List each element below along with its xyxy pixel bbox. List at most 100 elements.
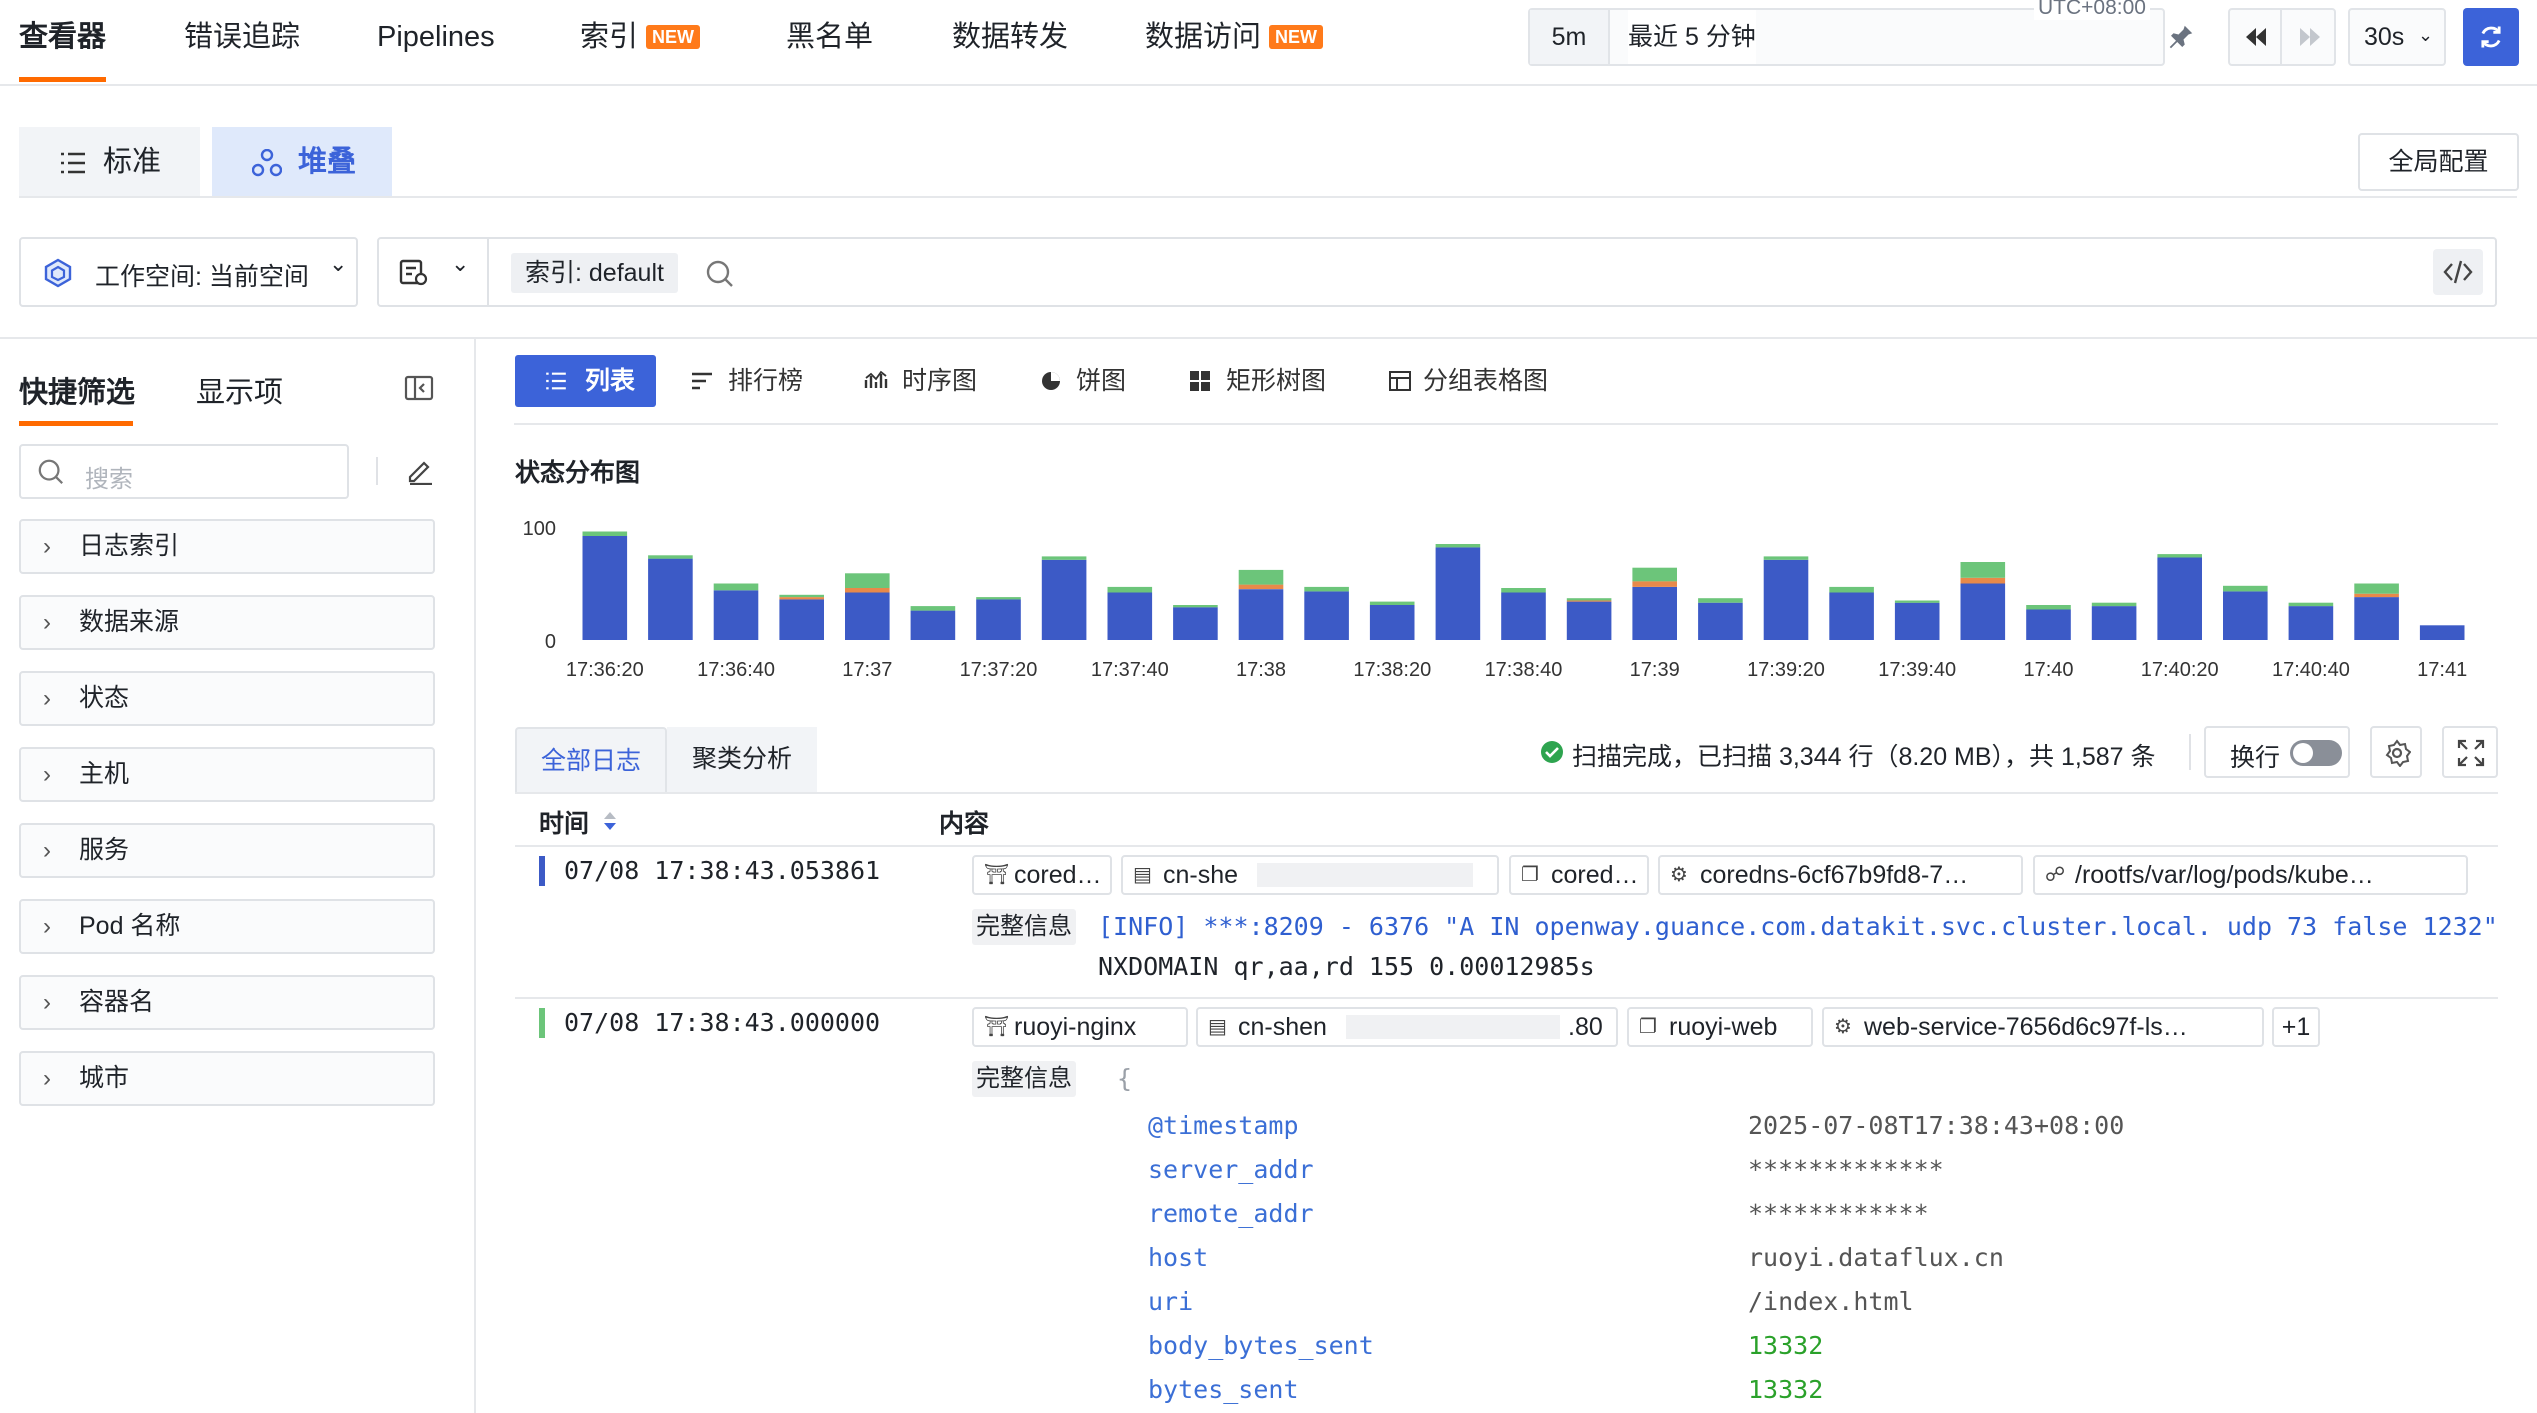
field-value[interactable]: ************ — [1748, 1199, 1929, 1228]
facet-status[interactable]: › 状态 — [19, 671, 435, 726]
facet-service[interactable]: › 服务 — [19, 823, 435, 878]
field-key[interactable]: @timestamp — [1148, 1111, 1299, 1140]
bar-segment-1[interactable] — [2354, 593, 2399, 598]
tab-index[interactable]: 索引 NEW — [580, 18, 701, 66]
bar-segment-2[interactable] — [1173, 605, 1218, 608]
facet-data-source[interactable]: › 数据来源 — [19, 595, 435, 650]
field-value[interactable]: /index.html — [1748, 1287, 1914, 1316]
tab-all-logs[interactable]: 全部日志 — [515, 727, 667, 793]
bar-segment-0[interactable] — [1173, 607, 1218, 640]
settings-button[interactable] — [2370, 726, 2422, 778]
bar-segment-1[interactable] — [845, 588, 890, 593]
bar-segment-2[interactable] — [1894, 600, 1940, 603]
query-bar[interactable]: ⌄ 索引: default — [377, 237, 2497, 307]
field-key[interactable]: bytes_sent — [1148, 1375, 1299, 1404]
tab-viewer[interactable]: 查看器 — [19, 18, 107, 82]
bar-segment-1[interactable] — [779, 597, 824, 600]
fullscreen-button[interactable] — [2442, 726, 2498, 778]
field-value[interactable]: 13332 — [1748, 1331, 1823, 1360]
bar-segment-0[interactable] — [1501, 592, 1546, 641]
bar-segment-1[interactable] — [1960, 577, 2006, 584]
bar-segment-0[interactable] — [976, 599, 1021, 640]
bar-segment-0[interactable] — [1107, 592, 1153, 641]
tab-toplist[interactable]: 排行榜 — [662, 355, 833, 407]
bar-segment-2[interactable] — [2354, 583, 2399, 594]
tab-treemap[interactable]: 矩形树图 — [1158, 355, 1356, 407]
view-stacked-button[interactable]: 堆叠 — [212, 127, 392, 197]
tag-container[interactable]: ❐ cored… — [1509, 855, 1649, 895]
tag-container[interactable]: ❐ ruoyi-web — [1627, 1007, 1813, 1047]
bar-segment-2[interactable] — [713, 583, 759, 591]
bar-segment-0[interactable] — [1369, 605, 1415, 640]
bar-segment-0[interactable] — [1304, 591, 1349, 640]
field-value[interactable]: 13332 — [1748, 1375, 1823, 1404]
bar-segment-0[interactable] — [1894, 602, 1940, 640]
bar-segment-1[interactable] — [1566, 600, 1612, 602]
bar-segment-2[interactable] — [1041, 556, 1087, 560]
bar-segment-1[interactable] — [1238, 584, 1284, 590]
facet-host[interactable]: › 主机 — [19, 747, 435, 802]
bar-segment-2[interactable] — [1238, 569, 1284, 585]
tab-timeseries[interactable]: 时序图 — [834, 355, 1007, 407]
bar-segment-0[interactable] — [2288, 606, 2334, 640]
field-key[interactable]: uri — [1148, 1287, 1193, 1316]
sort-icon[interactable] — [602, 810, 618, 832]
tag-pod[interactable]: ⚙ coredns-6cf67b9fd8-7… — [1658, 855, 2023, 895]
tab-error-tracking[interactable]: 错误追踪 — [184, 18, 300, 66]
bar-segment-0[interactable] — [1435, 547, 1481, 640]
bar-segment-2[interactable] — [1632, 567, 1677, 582]
pin-icon[interactable] — [2166, 22, 2196, 52]
bar-segment-2[interactable] — [1566, 598, 1612, 601]
tab-pipelines[interactable]: Pipelines — [377, 18, 495, 66]
bar-segment-2[interactable] — [2091, 602, 2137, 607]
bar-segment-2[interactable] — [2223, 585, 2268, 592]
field-value[interactable]: 2025-07-08T17:38:43+08:00 — [1748, 1111, 2124, 1140]
field-value[interactable]: ************* — [1748, 1155, 1944, 1184]
tab-group-table[interactable]: 分组表格图 — [1357, 355, 1578, 407]
bar-segment-2[interactable] — [1763, 556, 1809, 560]
global-config-button[interactable]: 全局配置 — [2358, 133, 2519, 191]
column-header-content[interactable]: 内容 — [939, 804, 989, 840]
tag-service[interactable]: ⛩ ruoyi-nginx — [972, 1007, 1188, 1047]
bar-segment-1[interactable] — [1632, 581, 1677, 587]
bar-segment-2[interactable] — [976, 597, 1021, 600]
bar-segment-0[interactable] — [2157, 557, 2202, 641]
bar-segment-2[interactable] — [648, 555, 693, 559]
wrap-toggle[interactable]: 换行 — [2204, 726, 2350, 778]
bar-segment-0[interactable] — [1960, 583, 2006, 641]
status-distribution-chart[interactable]: 100 0 17:36:20 17:36:40 17:37 17:37:20 17:37:4… — [500, 505, 2490, 685]
tag-host[interactable]: ▤ cn-she — [1121, 855, 1499, 895]
bar-segment-0[interactable] — [1566, 601, 1612, 640]
tag-host[interactable]: ▤ cn-shen .80 — [1196, 1007, 1618, 1047]
bar-segment-2[interactable] — [845, 573, 890, 588]
bar-segment-0[interactable] — [582, 536, 628, 640]
tab-cluster-analysis[interactable]: 聚类分析 — [667, 727, 817, 793]
bar-segment-0[interactable] — [1698, 602, 1743, 640]
bar-segment-2[interactable] — [2157, 554, 2202, 558]
index-chip[interactable]: 索引: default — [511, 253, 678, 293]
rewind-button[interactable] — [2228, 8, 2336, 66]
code-mode-button[interactable] — [2433, 249, 2483, 295]
bar-segment-2[interactable] — [1304, 586, 1349, 592]
field-key[interactable]: body_bytes_sent — [1148, 1331, 1374, 1360]
toggle-switch[interactable] — [2290, 740, 2342, 766]
field-key[interactable]: server_addr — [1148, 1155, 1314, 1184]
facet-log-index[interactable]: › 日志索引 — [19, 519, 435, 574]
time-range-text[interactable]: 最近 5 分钟 — [1628, 10, 1756, 64]
facet-city[interactable]: › 城市 — [19, 1051, 435, 1106]
refresh-button[interactable] — [2463, 8, 2519, 66]
bar-segment-0[interactable] — [2091, 606, 2137, 640]
field-value[interactable]: ruoyi.dataflux.cn — [1748, 1243, 2004, 1272]
bar-segment-0[interactable] — [1238, 589, 1284, 640]
facet-pod-name[interactable]: › Pod 名称 — [19, 899, 435, 954]
more-tags-button[interactable]: +1 — [2272, 1007, 2320, 1047]
field-key[interactable]: host — [1148, 1243, 1208, 1272]
bar-segment-2[interactable] — [582, 531, 628, 537]
bar-segment-0[interactable] — [2223, 591, 2268, 640]
bar-segment-0[interactable] — [845, 592, 890, 641]
workspace-select[interactable]: 工作空间: 当前空间 ⌄ — [19, 237, 358, 307]
bar-segment-2[interactable] — [910, 606, 956, 611]
refresh-interval-select[interactable]: 30s ⌄ — [2348, 8, 2446, 66]
tag-pod[interactable]: ⚙ web-service-7656d6c97f-ls… — [1822, 1007, 2264, 1047]
tag-source-path[interactable]: ☍/rootfs/var/log/pods/kube… — [2033, 855, 2468, 895]
